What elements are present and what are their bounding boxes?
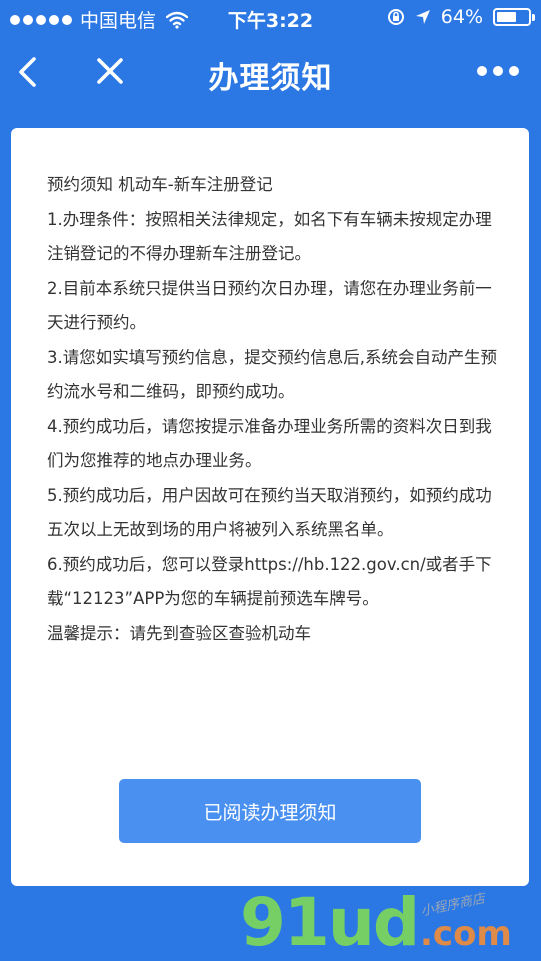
read-notice-button[interactable]: 已阅读办理须知 — [119, 779, 421, 843]
notice-tip: 温馨提示：请先到查验区查验机动车 — [47, 623, 311, 643]
notice-item-3: 3.请您如实填写预约信息，提交预约信息后,系统会自动产生预约流水号和二维码，即预… — [47, 347, 497, 402]
notice-item-6: 6.预约成功后，您可以登录https://hb.122.gov.cn/或者手下载… — [47, 554, 492, 609]
status-bar: 中国电信 下午3:22 64% — [0, 0, 541, 36]
notice-item-2: 2.目前本系统只提供当日预约次日办理，请您在办理业务前一天进行预约。 — [47, 278, 492, 333]
watermark-logo: 91ud 小程序商店 .com — [240, 884, 541, 961]
battery-percent: 64% — [440, 6, 483, 28]
notice-card: 预约须知 机动车-新车注册登记 1.办理条件：按照相关法律规定，如名下有车辆未按… — [11, 128, 529, 886]
navigation-bar: 办理须知 — [0, 36, 541, 106]
more-options-icon[interactable] — [477, 66, 519, 76]
notice-heading: 预约须知 机动车-新车注册登记 — [47, 175, 273, 194]
watermark-main: 91ud — [240, 884, 420, 961]
notice-item-5: 5.预约成功后，用户因故可在预约当天取消预约，如预约成功五次以上无故到场的用户将… — [47, 485, 492, 540]
battery-level — [497, 12, 517, 22]
orientation-lock-icon — [387, 9, 404, 25]
watermark-domain: .com — [420, 914, 512, 954]
location-arrow-icon — [415, 10, 430, 24]
notice-text: 预约须知 机动车-新车注册登记 1.办理条件：按照相关法律规定，如名下有车辆未按… — [47, 168, 503, 651]
battery-icon — [493, 8, 535, 26]
page-title: 办理须知 — [208, 61, 333, 96]
notice-item-4: 4.预约成功后，请您按提示准备办理业务所需的资料次日到我们为您推荐的地点办理业务… — [47, 416, 492, 471]
notice-item-1: 1.办理条件：按照相关法律规定，如名下有车辆未按规定办理注销登记的不得办理新车注… — [47, 209, 492, 264]
